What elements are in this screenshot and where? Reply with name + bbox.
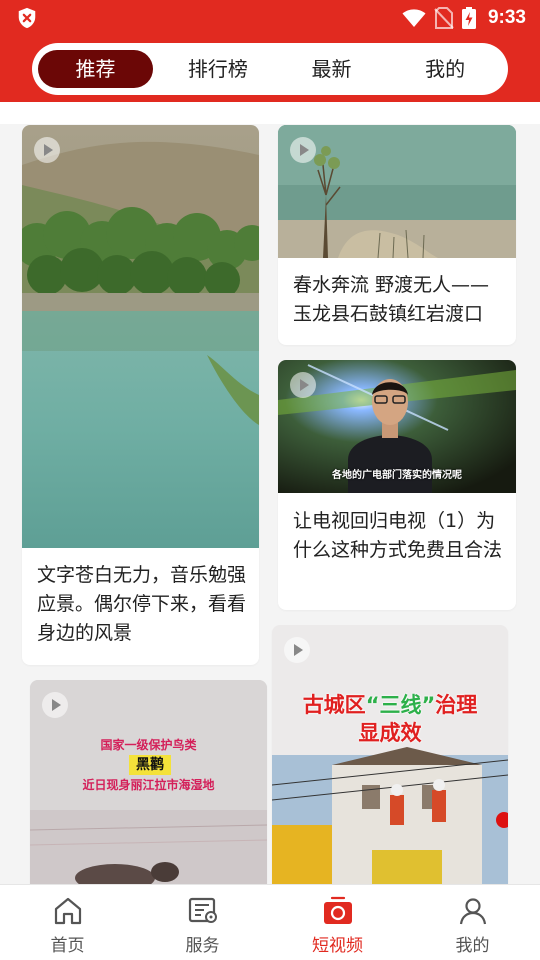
video-overlay-headline: 古城区“三线”治理 (302, 693, 478, 717)
video-thumbnail: 各地的广电部门落实的情况呢 (278, 360, 516, 493)
video-title: 文字苍白无力，音乐勉强应景。偶尔停下来，看看身边的风景 (37, 564, 247, 644)
video-thumbnail: 国家一级保护鸟类 黑鹳 近日现身丽江拉市海湿地 (30, 680, 267, 910)
nav-home[interactable]: 首页 (0, 885, 135, 960)
video-card[interactable]: 古城区“三线”治理 显成效 (272, 625, 508, 915)
tab-latest[interactable]: 最新 (275, 50, 389, 88)
video-thumbnail (278, 125, 516, 258)
play-icon (284, 637, 310, 663)
profile-icon (459, 898, 486, 925)
category-tabs: 推荐 排行榜 最新 我的 (32, 43, 508, 95)
home-icon (54, 897, 81, 925)
nav-service[interactable]: 服务 (135, 885, 270, 960)
video-overlay-subline: 近日现身丽江拉市海湿地 (82, 778, 215, 792)
video-overlay-headline: 国家一级保护鸟类 (100, 738, 197, 752)
video-overlay-subline: 显成效 (358, 721, 422, 745)
video-title: 春水奔流 野渡无人——玉龙县石鼓镇红岩渡口 (293, 274, 490, 325)
no-sim-icon (434, 7, 454, 29)
video-card[interactable]: 各地的广电部门落实的情况呢 让电视回归电视（1）为什么这种方式免费且合法 (278, 360, 516, 610)
service-icon (188, 897, 217, 923)
video-thumbnail: 古城区“三线”治理 显成效 (272, 625, 508, 915)
video-overlay-highlight: 黑鹳 (129, 755, 171, 775)
video-card[interactable]: 国家一级保护鸟类 黑鹳 近日现身丽江拉市海湿地 (30, 680, 267, 910)
shield-icon (18, 7, 36, 29)
video-card[interactable]: 文字苍白无力，音乐勉强应景。偶尔停下来，看看身边的风景 (22, 125, 259, 665)
video-card[interactable]: 春水奔流 野渡无人——玉龙县石鼓镇红岩渡口 (278, 125, 516, 345)
video-thumbnail (22, 125, 259, 548)
nav-profile[interactable]: 我的 (405, 885, 540, 960)
play-icon (290, 372, 316, 398)
bottom-navigation: 首页 服务 短视频 我的 (0, 884, 540, 960)
video-title: 让电视回归电视（1）为什么这种方式免费且合法 (293, 510, 503, 561)
video-subtitle: 各地的广电部门落实的情况呢 (332, 470, 462, 481)
status-bar: 9:33 (0, 0, 540, 36)
tab-recommended[interactable]: 推荐 (38, 50, 153, 88)
wifi-icon (402, 9, 426, 27)
app-header: 9:33 推荐 排行榜 最新 我的 (0, 0, 540, 102)
status-time: 9:33 (487, 7, 526, 28)
play-icon (34, 137, 60, 163)
play-icon (290, 137, 316, 163)
tab-mine[interactable]: 我的 (388, 50, 502, 88)
tab-ranking[interactable]: 排行榜 (161, 50, 275, 88)
nav-short-video[interactable]: 短视频 (270, 885, 405, 960)
battery-charging-icon (461, 7, 476, 29)
short-video-icon (323, 896, 352, 924)
play-icon (42, 692, 68, 718)
